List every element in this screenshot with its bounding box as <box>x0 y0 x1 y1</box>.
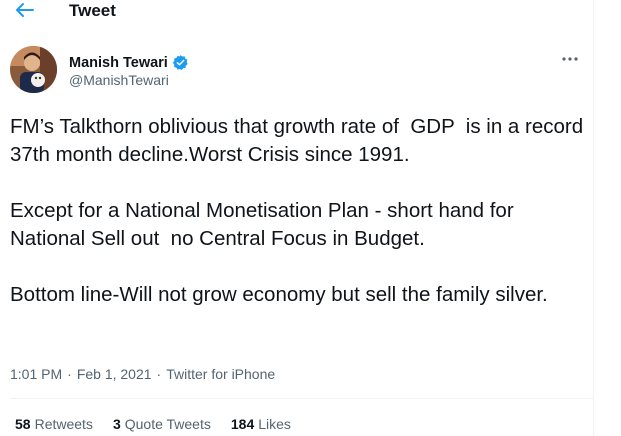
page-title: Tweet <box>69 1 116 20</box>
tweet-source[interactable]: Twitter for iPhone <box>166 366 275 382</box>
header: Tweet <box>0 0 594 26</box>
author-name-text: Manish Tewari <box>69 54 168 71</box>
avatar[interactable] <box>10 46 57 93</box>
tweet-date[interactable]: Feb 1, 2021 <box>77 366 152 382</box>
likes-stat[interactable]: 184 Likes <box>231 416 291 432</box>
tweet-paragraph: FM’s Talkthorn oblivious that growth rat… <box>10 115 589 166</box>
back-button[interactable] <box>10 0 40 22</box>
arrow-left-icon <box>16 3 34 17</box>
author-handle[interactable]: @ManishTewari <box>69 72 169 88</box>
meta-separator: · <box>67 366 72 382</box>
more-options-button[interactable] <box>559 51 581 67</box>
retweets-label: Retweets <box>34 416 93 432</box>
likes-label: Likes <box>258 416 291 432</box>
tweet-stats: 58 Retweets 3 Quote Tweets 184 Likes <box>15 416 291 432</box>
tweet-panel: Tweet Manish Tewari @ManishTewari FM’s T… <box>0 0 594 436</box>
retweets-count: 58 <box>15 416 31 432</box>
retweets-stat[interactable]: 58 Retweets <box>15 416 93 432</box>
verified-badge-icon <box>172 55 188 71</box>
tweet-paragraph: Bottom line-Will not grow economy but se… <box>10 283 548 306</box>
tweet-time[interactable]: 1:01 PM <box>10 366 62 382</box>
tweet-paragraph: Except for a National Monetisation Plan … <box>10 199 520 250</box>
quote-tweets-stat[interactable]: 3 Quote Tweets <box>113 416 211 432</box>
quote-tweets-count: 3 <box>112 416 121 432</box>
tweet-meta: 1:01 PM · Feb 1, 2021 · Twitter for iPho… <box>10 366 275 382</box>
divider <box>10 398 594 399</box>
meta-separator: · <box>156 366 162 382</box>
tweet-text: FM’s Talkthorn oblivious that growth rat… <box>10 113 590 309</box>
likes-count: 184 <box>230 416 255 432</box>
more-dots-icon <box>562 57 578 61</box>
author-name[interactable]: Manish Tewari <box>69 54 189 71</box>
quote-tweets-label: Quote Tweets <box>124 416 211 432</box>
